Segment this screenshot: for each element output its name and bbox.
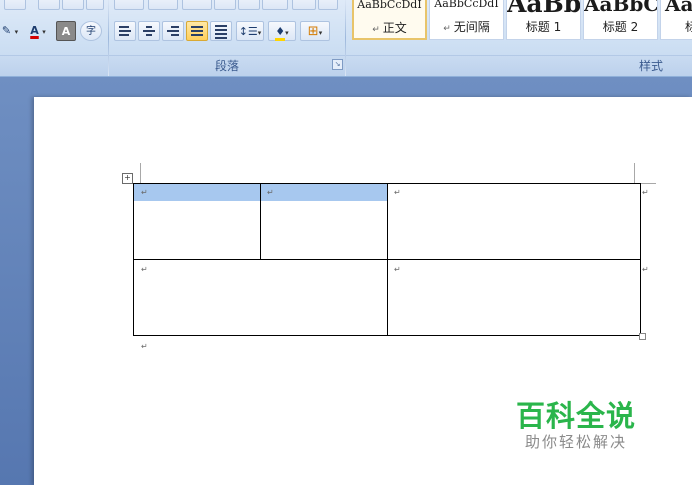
highlight-color-button[interactable]: ✎ ▾ — [0, 21, 20, 41]
style-sample: AaBbCcDdI — [434, 0, 499, 10]
align-center-button[interactable] — [138, 21, 160, 41]
style-sample: Aa — [665, 0, 692, 16]
table-column-border — [387, 183, 388, 336]
paint-bucket-icon: ♦ — [275, 25, 286, 41]
style-sample: AaBb — [507, 0, 581, 18]
distributed-align-button[interactable] — [210, 21, 232, 41]
row-end-mark: ↵ — [642, 265, 649, 274]
font-group-label-area — [0, 55, 108, 76]
style-name: 标 — [685, 18, 692, 35]
style-name: 标题 1 — [525, 20, 562, 34]
table-border-right — [640, 183, 641, 336]
paragraph-mark: ↵ — [141, 342, 148, 351]
cell-paragraph-mark: ↵ — [141, 188, 148, 197]
chevron-down-icon: ▾ — [285, 29, 289, 37]
table-resize-handle[interactable] — [639, 333, 646, 340]
styles-group-label: 样式 — [346, 55, 692, 76]
borders-icon: ⊞ — [307, 24, 319, 39]
text-effect-button[interactable] — [86, 0, 104, 10]
sort-button[interactable] — [292, 0, 316, 10]
style-name: ↵ 无间隔 — [443, 20, 490, 34]
line-spacing-icon: ↕☰ — [238, 25, 258, 38]
style-no-spacing[interactable]: AaBbCcDdI ↵ 无间隔 — [429, 0, 504, 40]
decrease-indent-button[interactable] — [214, 0, 236, 10]
crop-mark — [140, 163, 141, 183]
line-spacing-button[interactable]: ↕☰▾ — [236, 21, 264, 41]
justify-button[interactable] — [186, 21, 208, 41]
style-heading-1[interactable]: AaBb 标题 1 — [506, 0, 581, 40]
shading-button[interactable]: ♦▾ — [268, 21, 296, 41]
table-column-border — [260, 183, 261, 260]
table-move-handle[interactable]: + — [122, 173, 133, 184]
chevron-down-icon: ▾ — [257, 29, 262, 37]
style-name: 标题 2 — [602, 20, 639, 34]
cell-paragraph-mark: ↵ — [394, 188, 401, 197]
row-end-mark: ↵ — [642, 188, 649, 197]
ribbon: ✎ ▾ A ▾ A 字 ↘ — [0, 0, 692, 77]
bold-button[interactable] — [4, 0, 26, 10]
paragraph-group-label: 段落 — [109, 55, 345, 76]
clear-format-button[interactable] — [38, 0, 60, 10]
chevron-down-icon: ▾ — [318, 29, 323, 37]
highlighter-icon: ✎ — [1, 24, 12, 37]
table-border-left — [133, 183, 134, 336]
paragraph-dialog-launcher[interactable]: ↘ — [332, 59, 343, 70]
cell-paragraph-mark: ↵ — [141, 265, 148, 274]
numbering-button[interactable] — [148, 0, 178, 10]
enclose-char-icon: 字 — [86, 26, 96, 37]
style-normal[interactable]: AaBbCcDdI ↵ 正文 — [352, 0, 427, 40]
style-sample: AaBbC — [584, 0, 658, 16]
cell-paragraph-mark: ↵ — [267, 188, 274, 197]
style-heading-2[interactable]: AaBbC 标题 2 — [583, 0, 658, 40]
chevron-down-icon: ▾ — [42, 28, 46, 36]
enclose-char-button[interactable]: 字 — [80, 21, 102, 41]
char-shading-icon: A — [61, 25, 71, 38]
watermark-subtitle: 助你轻松解决 — [525, 433, 628, 451]
borders-button[interactable]: ⊞▾ — [300, 21, 330, 41]
cell-paragraph-mark: ↵ — [394, 265, 401, 274]
multilevel-list-button[interactable] — [182, 0, 212, 10]
align-right-button[interactable] — [162, 21, 184, 41]
bullets-button[interactable] — [114, 0, 144, 10]
chinese-layout-button[interactable] — [262, 0, 288, 10]
font-color-icon: A — [30, 24, 39, 37]
show-marks-button[interactable] — [318, 0, 338, 10]
style-name: ↵ 正文 — [372, 21, 407, 35]
change-case-button[interactable] — [62, 0, 84, 10]
char-shading-button[interactable]: A — [56, 21, 76, 41]
align-left-button[interactable] — [114, 21, 136, 41]
font-color-button[interactable]: A ▾ — [22, 21, 54, 41]
crop-mark — [634, 163, 635, 183]
style-title[interactable]: Aa 标 — [660, 0, 692, 40]
increase-indent-button[interactable] — [238, 0, 260, 10]
watermark-title: 百科全说 — [516, 399, 637, 433]
crop-mark — [640, 183, 656, 184]
chevron-down-icon: ▾ — [14, 28, 19, 36]
style-sample: AaBbCcDdI — [357, 0, 422, 11]
